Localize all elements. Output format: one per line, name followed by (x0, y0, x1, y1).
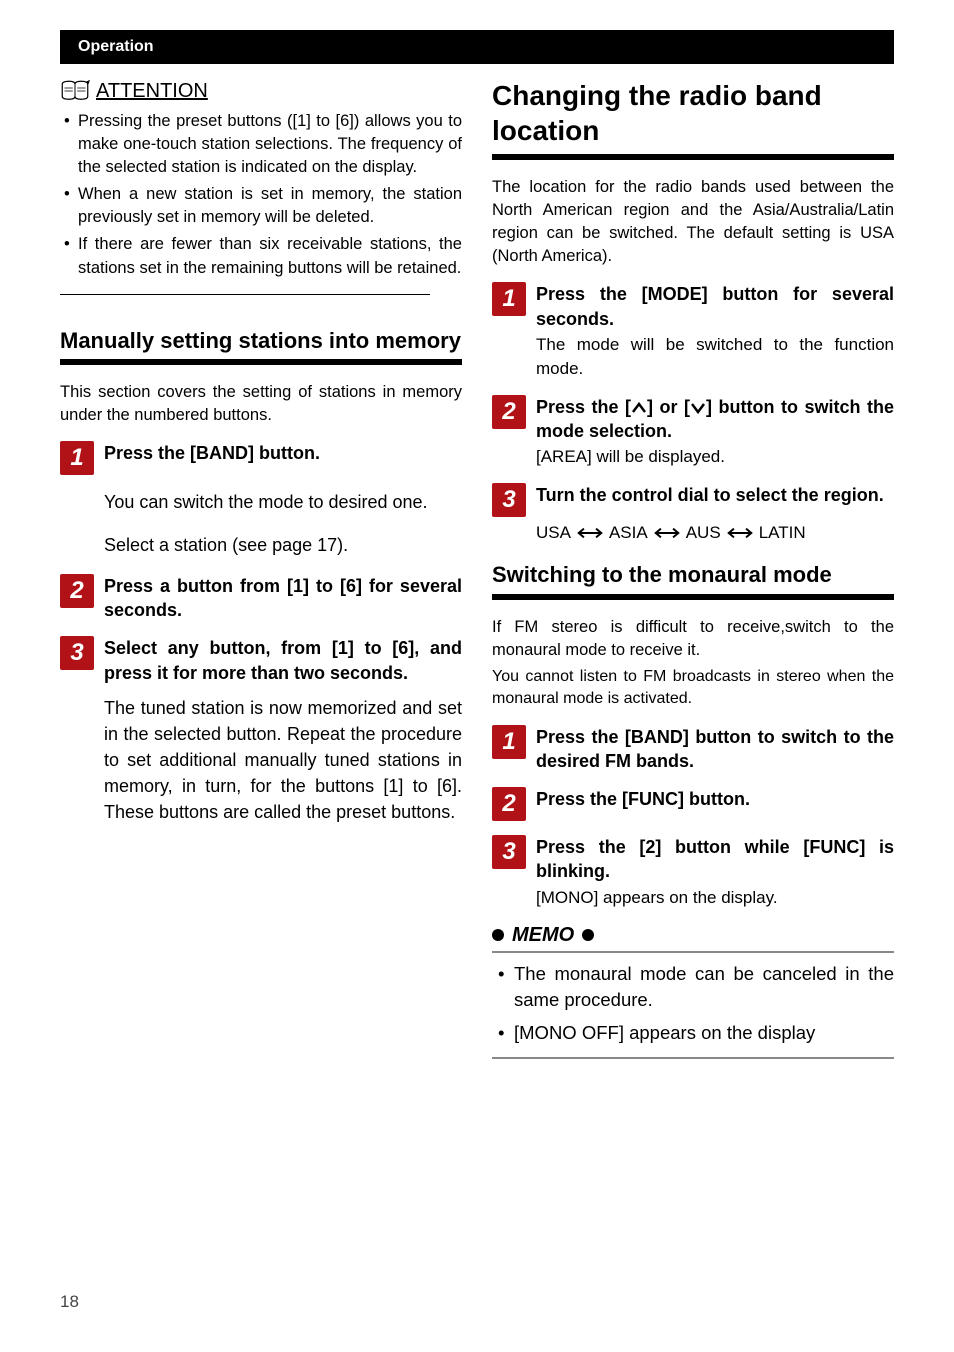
step-title: Press the [MODE] button for several seco… (536, 282, 894, 331)
region-cycle: USA ASIA AUS LATIN (536, 523, 894, 543)
change-heading: Changing the radio band location (492, 78, 894, 148)
mono-intro-2: You cannot listen to FM broadcasts in st… (492, 666, 894, 711)
chevron-down-icon (690, 401, 706, 415)
double-arrow-icon (577, 526, 603, 540)
step-title: Press the [FUNC] button. (536, 787, 894, 811)
attention-header: ATTENTION (60, 78, 462, 104)
section-header: Operation (60, 30, 894, 64)
step-title-fragment: Press the [ (536, 397, 631, 417)
attention-bullet: When a new station is set in memory, the… (78, 183, 462, 229)
step-number-badge: 3 (492, 483, 526, 517)
step-title: Press the [] or [] button to switch the … (536, 395, 894, 444)
memo-list: The monaural mode can be canceled in the… (492, 961, 894, 1047)
region-item: AUS (686, 523, 721, 543)
step-title: Press a button from [1] to [6] for sever… (104, 574, 462, 623)
memo-bullet: The monaural mode can be canceled in the… (514, 961, 894, 1015)
step-title: Turn the control dial to select the regi… (536, 483, 894, 507)
attention-label: ATTENTION (96, 80, 208, 103)
step-title: Press the [BAND] button. (104, 441, 462, 465)
thick-rule (60, 359, 462, 365)
change-intro: The location for the radio bands used be… (492, 176, 894, 268)
region-item: LATIN (759, 523, 806, 543)
right-column: Changing the radio band location The loc… (492, 78, 894, 1059)
step-number-badge: 2 (492, 395, 526, 429)
mono-step-1: 1 Press the [BAND] button to switch to t… (492, 725, 894, 774)
manual-step-1: 1 Press the [BAND] button. (60, 441, 462, 475)
step-number-badge: 1 (492, 282, 526, 316)
divider (60, 294, 430, 295)
thick-rule (492, 154, 894, 160)
step-title: Press the [BAND] button to switch to the… (536, 725, 894, 774)
step-text: The tuned station is now memorized and s… (104, 695, 462, 825)
chevron-up-icon (631, 401, 647, 415)
step-title-fragment: ] or [ (647, 397, 690, 417)
memo-divider (492, 1057, 894, 1059)
step-number-badge: 1 (492, 725, 526, 759)
double-arrow-icon (654, 526, 680, 540)
step-title: Select any button, from [1] to [6], and … (104, 636, 462, 685)
attention-bullet: If there are fewer than six receivable s… (78, 233, 462, 279)
thick-rule (492, 594, 894, 600)
step-text: You can switch the mode to desired one. (104, 489, 462, 515)
step-text: Select a station (see page 17). (104, 532, 462, 558)
attention-bullet: Pressing the preset buttons ([1] to [6])… (78, 110, 462, 179)
change-step-2: 2 Press the [] or [] button to switch th… (492, 395, 894, 469)
step-number-badge: 1 (60, 441, 94, 475)
page-number: 18 (60, 1292, 79, 1312)
step-number-badge: 3 (492, 835, 526, 869)
bullet-dot-icon (582, 929, 594, 941)
step-number-badge: 3 (60, 636, 94, 670)
manual-step-3: 3 Select any button, from [1] to [6], an… (60, 636, 462, 825)
manual-heading: Manually setting stations into memory (60, 327, 462, 356)
double-arrow-icon (727, 526, 753, 540)
section-header-text: Operation (78, 38, 154, 56)
region-item: USA (536, 523, 571, 543)
memo-divider (492, 951, 894, 953)
step-subtext: [MONO] appears on the display. (536, 886, 894, 910)
mono-intro: If FM stereo is difficult to receive,swi… (492, 616, 894, 662)
manual-intro: This section covers the setting of stati… (60, 381, 462, 427)
memo-bullet: [MONO OFF] appears on the display (514, 1020, 894, 1047)
attention-bullets: Pressing the preset buttons ([1] to [6])… (60, 110, 462, 280)
book-icon (60, 78, 90, 104)
manual-step-2: 2 Press a button from [1] to [6] for sev… (60, 574, 462, 623)
step-subtext: The mode will be switched to the functio… (536, 333, 894, 381)
mono-step-2: 2 Press the [FUNC] button. (492, 787, 894, 821)
mono-step-3: 3 Press the [2] button while [FUNC] is b… (492, 835, 894, 909)
left-column: ATTENTION Pressing the preset buttons ([… (60, 78, 462, 1059)
memo-label: MEMO (512, 924, 574, 947)
bullet-dot-icon (492, 929, 504, 941)
change-step-3: 3 Turn the control dial to select the re… (492, 483, 894, 517)
region-item: ASIA (609, 523, 648, 543)
step-subtext: [AREA] will be displayed. (536, 445, 894, 469)
step-number-badge: 2 (60, 574, 94, 608)
step-number-badge: 2 (492, 787, 526, 821)
step-title: Press the [2] button while [FUNC] is bli… (536, 835, 894, 884)
change-step-1: 1 Press the [MODE] button for several se… (492, 282, 894, 380)
mono-heading: Switching to the monaural mode (492, 561, 894, 590)
memo-header: MEMO (492, 924, 894, 947)
